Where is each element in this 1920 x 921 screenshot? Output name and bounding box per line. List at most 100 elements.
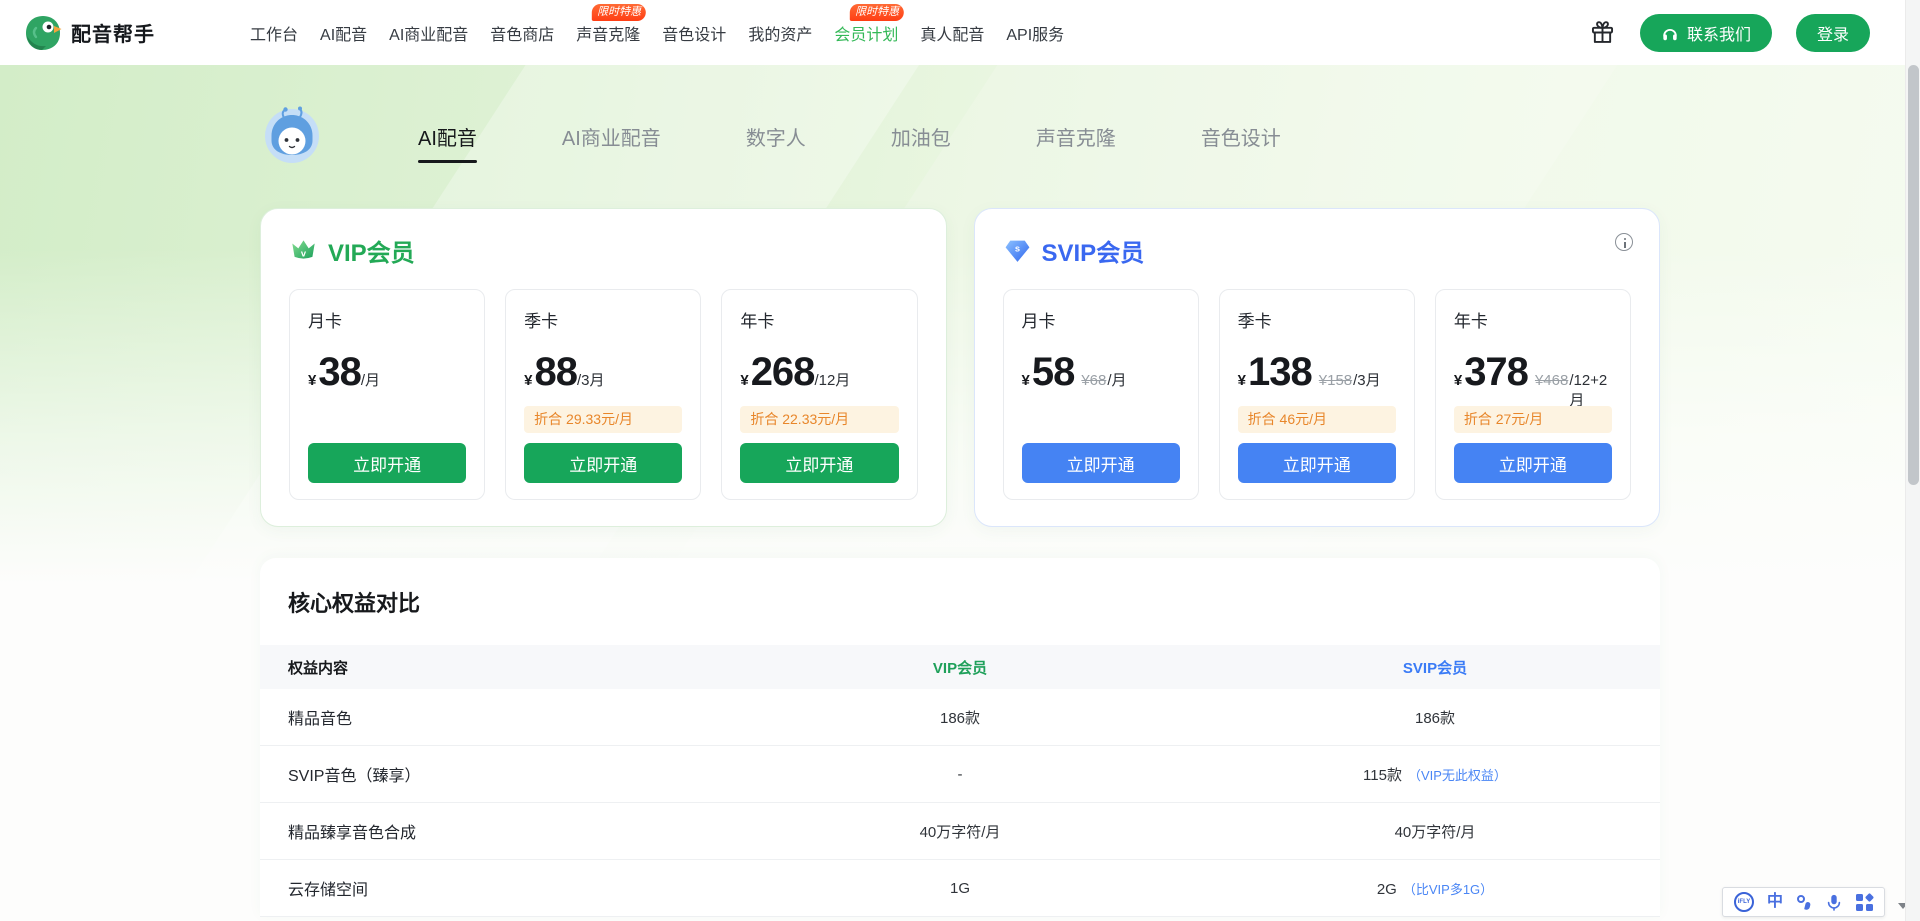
svip-card: s SVIP会员 月卡 ¥ 58 ¥68 /月 立即开通: [974, 208, 1661, 527]
nav-item-voice-store[interactable]: 音色商店: [490, 21, 554, 45]
nav-item-api-service[interactable]: API服务: [1006, 21, 1064, 45]
svip-note[interactable]: （比VIP多1G）: [1403, 882, 1493, 897]
currency-symbol: ¥: [1454, 372, 1462, 389]
svip-value: 40万字符/月: [1210, 821, 1660, 842]
nav-item-label: 我的资产: [748, 27, 812, 44]
subscribe-button[interactable]: 立即开通: [740, 443, 898, 483]
nav-item-human-dubbing[interactable]: 真人配音: [920, 21, 984, 45]
table-row: 云存储空间 1G 2G（比VIP多1G）: [260, 860, 1660, 917]
vip-card-title: VIP会员: [328, 233, 415, 268]
mascot-avatar: [260, 104, 324, 168]
parrot-logo-icon: [24, 14, 62, 52]
plan-price: ¥ 138 ¥158 /3月: [1238, 350, 1396, 394]
plan-price: ¥ 58 ¥68 /月: [1022, 350, 1180, 394]
price-unit: /12月: [814, 369, 850, 390]
plan-price: ¥ 268 /12月: [740, 350, 898, 394]
table-row: SVIP音色（臻享） - 115款（VIP无此权益）: [260, 746, 1660, 803]
tab-voice-clone[interactable]: 声音克隆: [1036, 122, 1116, 151]
plan-price: ¥ 378 ¥468 /12+2月: [1454, 350, 1612, 394]
membership-page: 配音帮手 工作台 AI配音 AI商业配音 音色商店 限时特惠 声音克隆 音色设计: [0, 0, 1920, 921]
column-header-benefit: 权益内容: [260, 657, 710, 678]
nav-item-voice-clone[interactable]: 限时特惠 声音克隆: [576, 21, 640, 45]
vip-card: v VIP会员 月卡 ¥ 38 /月 立即开通: [260, 208, 947, 527]
scrollbar-track[interactable]: [1905, 0, 1920, 921]
main-nav: 工作台 AI配音 AI商业配音 音色商店 限时特惠 声音克隆 音色设计 我的资产: [250, 21, 1064, 45]
gift-icon[interactable]: [1589, 19, 1616, 46]
price-amount: 88: [535, 350, 578, 395]
section-title: 核心权益对比: [260, 558, 1660, 645]
svip-card-title: SVIP会员: [1042, 233, 1145, 268]
benefit-name: 云存储空间: [260, 876, 710, 900]
benefits-comparison-section: 核心权益对比 权益内容 VIP会员 SVIP会员 精品音色 186款 186款 …: [260, 558, 1660, 917]
scrollbar-thumb[interactable]: [1908, 65, 1919, 485]
table-row: 精品臻享音色合成 40万字符/月 40万字符/月: [260, 803, 1660, 860]
plan-card-vip-quarter: 季卡 ¥ 88 /3月 折合 29.33元/月 立即开通: [505, 289, 701, 500]
price-unit: /12+2月: [1569, 372, 1612, 410]
price-unit: /月: [1107, 369, 1126, 390]
subscribe-button[interactable]: 立即开通: [1454, 443, 1612, 483]
nav-item-label: 会员计划: [834, 27, 898, 44]
subscribe-button[interactable]: 立即开通: [308, 443, 466, 483]
nav-item-label: 真人配音: [920, 27, 984, 44]
tab-ai-commercial-dubbing[interactable]: AI商业配音: [562, 122, 661, 151]
price-unit: /3月: [577, 369, 605, 390]
apps-grid-icon[interactable]: [1856, 894, 1873, 911]
limited-offer-badge: 限时特惠: [592, 4, 646, 21]
tab-ai-dubbing[interactable]: AI配音: [418, 122, 477, 151]
nav-item-voice-design[interactable]: 音色设计: [662, 21, 726, 45]
deal-badge: [308, 406, 466, 433]
svip-note[interactable]: （VIP无此权益）: [1408, 768, 1507, 783]
svip-value: 186款: [1210, 707, 1660, 728]
plan-price: ¥ 88 /3月: [524, 350, 682, 394]
deal-badge: [1022, 406, 1180, 433]
brand-name: 配音帮手: [71, 18, 155, 47]
table-header-row: 权益内容 VIP会员 SVIP会员: [260, 645, 1660, 689]
brand-logo[interactable]: 配音帮手: [24, 14, 155, 52]
ifly-logo-icon[interactable]: iFLY: [1734, 892, 1754, 912]
tab-voice-design[interactable]: 音色设计: [1201, 122, 1281, 151]
price-amount: 58: [1032, 350, 1075, 395]
benefit-name: 精品音色: [260, 705, 710, 729]
price-unit: /3月: [1353, 369, 1381, 390]
nav-item-label: AI商业配音: [389, 27, 468, 44]
punctuation-icon[interactable]: [1796, 893, 1812, 911]
login-button[interactable]: 登录: [1796, 14, 1870, 52]
limited-offer-badge: 限时特惠: [850, 4, 904, 21]
svg-text:s: s: [1014, 243, 1019, 253]
price-amount: 268: [751, 350, 815, 395]
subscribe-button[interactable]: 立即开通: [1238, 443, 1396, 483]
table-row: 精品音色 186款 186款: [260, 689, 1660, 746]
nav-item-membership-plan[interactable]: 限时特惠 会员计划: [834, 21, 898, 45]
contact-us-button[interactable]: 联系我们: [1640, 14, 1772, 52]
info-icon[interactable]: [1615, 233, 1633, 251]
deal-badge: 折合 29.33元/月: [524, 406, 682, 433]
subscribe-button[interactable]: 立即开通: [524, 443, 682, 483]
nav-item-ai-dubbing[interactable]: AI配音: [320, 21, 367, 45]
plan-card-svip-year: 年卡 ¥ 378 ¥468 /12+2月 折合 27元/月 立即开通: [1435, 289, 1631, 500]
subscribe-button[interactable]: 立即开通: [1022, 443, 1180, 483]
pricing-tabs: AI配音 AI商业配音 数字人 加油包 声音克隆 音色设计: [418, 122, 1281, 151]
tab-booster-pack[interactable]: 加油包: [891, 122, 951, 151]
nav-item-my-assets[interactable]: 我的资产: [748, 21, 812, 45]
original-price: ¥468: [1535, 372, 1568, 389]
svip-diamond-icon: s: [1003, 237, 1032, 264]
nav-item-ai-commercial-dubbing[interactable]: AI商业配音: [389, 21, 468, 45]
tab-digital-human[interactable]: 数字人: [746, 122, 806, 151]
plan-name: 年卡: [1454, 310, 1612, 334]
login-label: 登录: [1817, 21, 1849, 45]
plan-price: ¥ 38 /月: [308, 350, 466, 394]
nav-item-label: 声音克隆: [576, 27, 640, 44]
vip-plans: 月卡 ¥ 38 /月 立即开通 季卡 ¥ 88: [289, 289, 918, 500]
deal-badge: 折合 22.33元/月: [740, 406, 898, 433]
deal-badge: 折合 27元/月: [1454, 406, 1612, 433]
contact-us-label: 联系我们: [1687, 21, 1751, 45]
plan-name: 月卡: [1022, 310, 1180, 334]
chinese-mode-icon[interactable]: 中: [1767, 894, 1783, 910]
plan-name: 年卡: [740, 310, 898, 334]
column-header-svip: SVIP会员: [1210, 657, 1660, 678]
nav-item-workbench[interactable]: 工作台: [250, 21, 298, 45]
currency-symbol: ¥: [524, 372, 532, 389]
headset-icon: [1661, 24, 1679, 42]
microphone-icon[interactable]: [1825, 893, 1843, 912]
benefit-name: 精品臻享音色合成: [260, 819, 710, 843]
